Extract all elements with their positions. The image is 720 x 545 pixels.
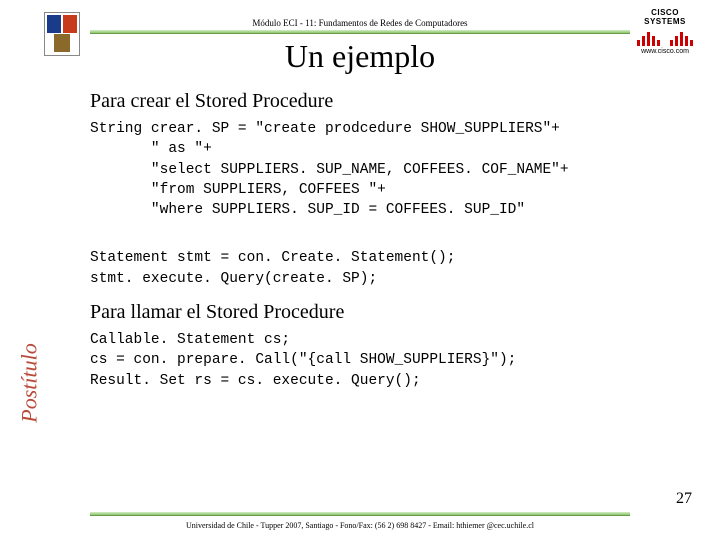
slide-title: Un ejemplo — [0, 38, 720, 75]
heading-create-sp: Para crear el Stored Procedure — [90, 90, 690, 113]
code-create-sp: String crear. SP = "create prodcedure SH… — [90, 119, 690, 220]
code-exec-sp: Statement stmt = con. Create. Statement(… — [90, 248, 690, 289]
slide: CISCO SYSTEMS www.cisco.com Módulo ECI -… — [0, 0, 720, 540]
module-line: Módulo ECI - 11: Fundamentos de Redes de… — [0, 18, 720, 28]
side-labels: internetworking Postítulo — [8, 60, 83, 500]
page-number: 27 — [676, 490, 692, 508]
heading-call-sp: Para llamar el Stored Procedure — [90, 301, 690, 324]
bottom-divider — [90, 512, 630, 516]
top-divider — [90, 30, 630, 34]
footer-text: Universidad de Chile - Tupper 2007, Sant… — [0, 521, 720, 530]
code-call-sp: Callable. Statement cs; cs = con. prepar… — [90, 330, 690, 391]
side-label-postitulo: Postítulo — [17, 343, 43, 422]
content-area: Para crear el Stored Procedure String cr… — [90, 90, 690, 500]
